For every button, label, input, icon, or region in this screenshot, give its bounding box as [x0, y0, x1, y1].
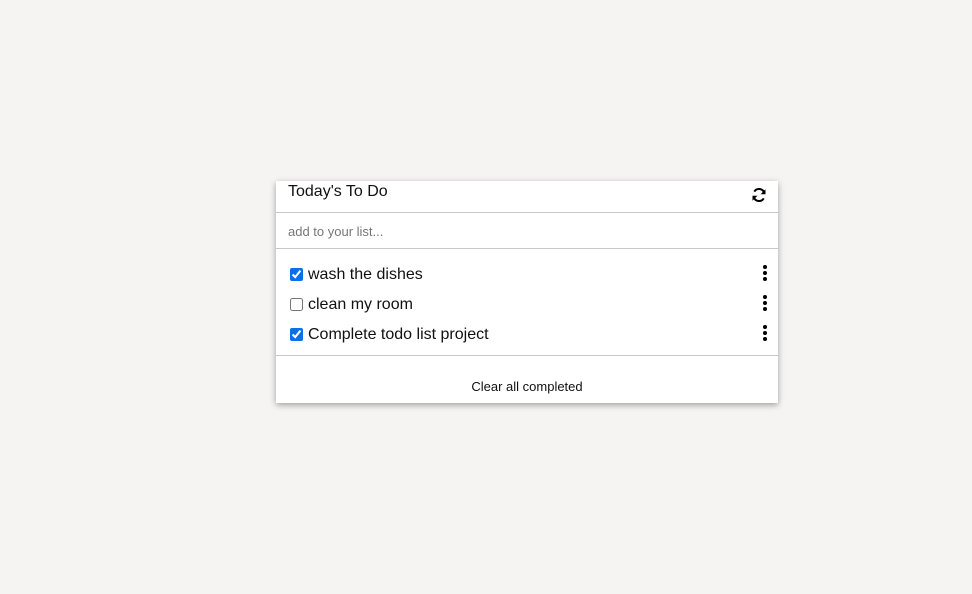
list-item: clean my room: [290, 294, 770, 316]
todo-header: Today's To Do: [276, 181, 778, 213]
clear-completed-button[interactable]: Clear all completed: [276, 379, 778, 394]
todo-footer: Clear all completed: [276, 356, 778, 403]
more-options-icon[interactable]: [760, 294, 770, 312]
list-item: Complete todo list project: [290, 324, 770, 346]
add-row: [276, 213, 778, 249]
add-todo-input[interactable]: [286, 220, 760, 242]
todo-list: wash the dishes clean my room Complete t…: [276, 249, 778, 356]
list-item: wash the dishes: [290, 264, 770, 286]
todo-checkbox[interactable]: [290, 328, 303, 341]
todo-label: wash the dishes: [308, 266, 423, 283]
todo-card: Today's To Do wash the dishes clean my r…: [276, 181, 778, 403]
page-title: Today's To Do: [288, 183, 388, 200]
todo-checkbox[interactable]: [290, 298, 303, 311]
more-options-icon[interactable]: [760, 264, 770, 282]
todo-checkbox[interactable]: [290, 268, 303, 281]
refresh-icon[interactable]: [751, 187, 767, 203]
todo-label: Complete todo list project: [308, 326, 489, 343]
todo-label: clean my room: [308, 296, 413, 313]
more-options-icon[interactable]: [760, 324, 770, 342]
